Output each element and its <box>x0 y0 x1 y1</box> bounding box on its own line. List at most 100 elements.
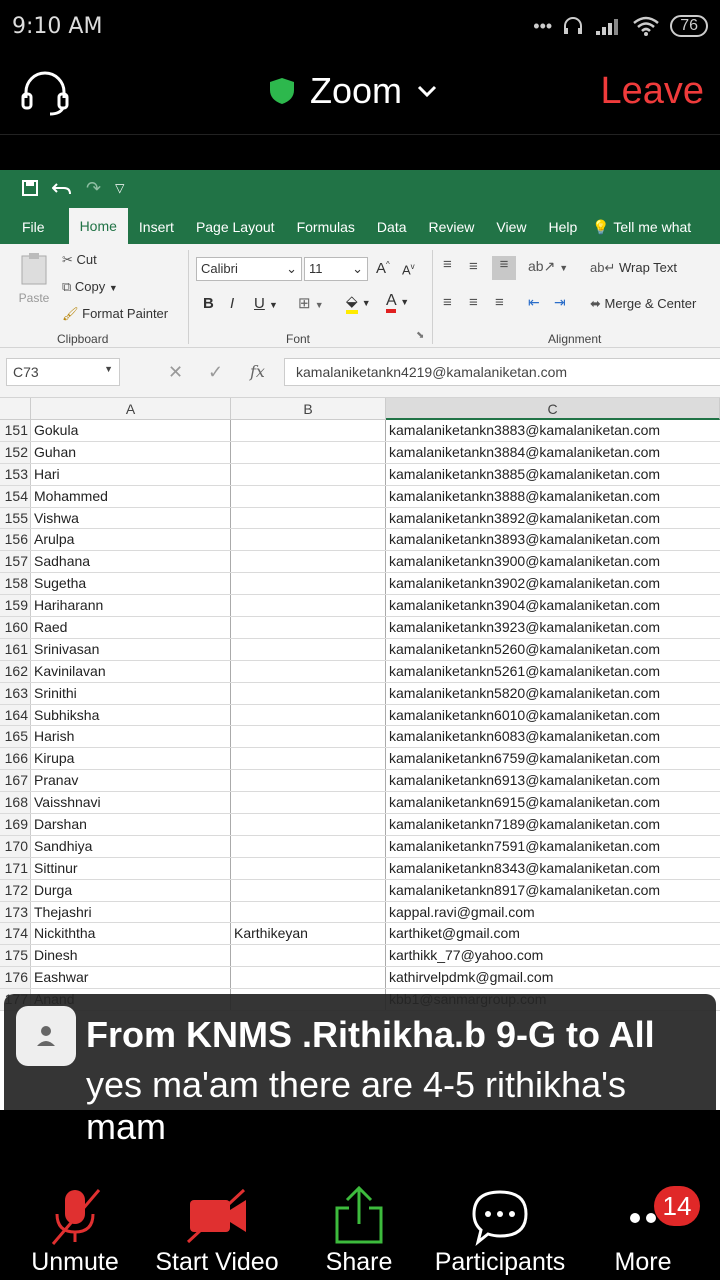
cell-a[interactable]: Raed <box>31 617 231 638</box>
cell-b[interactable] <box>231 660 386 682</box>
insert-function-icon[interactable]: fx <box>250 362 265 381</box>
cell-a[interactable]: Durga <box>31 879 231 901</box>
cell-b[interactable] <box>231 573 386 595</box>
cell-a[interactable]: Arulpa <box>31 529 231 551</box>
column-header-a[interactable]: A <box>31 398 231 420</box>
cell-b[interactable] <box>231 726 386 748</box>
cell-b[interactable] <box>231 463 386 485</box>
cell-b[interactable] <box>231 835 386 857</box>
cell-a[interactable]: Harish <box>31 726 231 748</box>
share-button[interactable]: Share <box>312 1178 406 1276</box>
cell-c[interactable]: kamalaniketankn3892@kamalaniketan.com <box>386 508 720 529</box>
customize-qat-icon[interactable]: ▽ <box>115 181 124 195</box>
orientation-icon[interactable]: ab↗ ▼ <box>528 258 568 275</box>
cell-a[interactable]: Hari <box>31 463 231 485</box>
cell-c[interactable]: kamalaniketankn3904@kamalaniketan.com <box>386 595 720 616</box>
cell-a[interactable]: Srinithi <box>31 682 231 704</box>
tab-insert[interactable]: Insert <box>128 210 185 244</box>
cell-a[interactable]: Srinivasan <box>31 638 231 660</box>
row-number[interactable]: 152 <box>0 441 31 463</box>
cell-a[interactable]: Subhiksha <box>31 704 231 726</box>
row-number[interactable]: 151 <box>0 420 31 441</box>
cell-b[interactable] <box>231 967 386 989</box>
row-number[interactable]: 157 <box>0 551 31 573</box>
cell-c[interactable]: kamalaniketankn6083@kamalaniketan.com <box>386 726 720 747</box>
column-header-c[interactable]: C <box>386 398 720 420</box>
row-number[interactable]: 163 <box>0 682 31 704</box>
cell-a[interactable]: Kirupa <box>31 748 231 770</box>
cell-c[interactable]: kamalaniketankn3902@kamalaniketan.com <box>386 573 720 594</box>
name-box[interactable]: C73 ▼ <box>6 358 120 386</box>
cell-a[interactable]: Pranav <box>31 770 231 792</box>
cell-c[interactable]: kamalaniketankn3900@kamalaniketan.com <box>386 551 720 572</box>
cell-c[interactable]: kamalaniketankn3888@kamalaniketan.com <box>386 486 720 507</box>
cell-c[interactable]: kamalaniketankn8917@kamalaniketan.com <box>386 880 720 901</box>
tab-help[interactable]: Help <box>538 210 589 244</box>
cell-a[interactable]: Gokula <box>31 420 231 441</box>
cell-b[interactable] <box>231 441 386 463</box>
leave-button[interactable]: Leave <box>600 70 704 113</box>
align-left-icon[interactable]: ≡ <box>443 294 452 311</box>
align-center-icon[interactable]: ≡ <box>469 294 478 311</box>
row-number[interactable]: 172 <box>0 879 31 901</box>
cell-a[interactable]: Sandhiya <box>31 835 231 857</box>
cell-c[interactable]: kamalaniketankn8343@kamalaniketan.com <box>386 858 720 879</box>
font-size-select[interactable]: 11 ⌄ <box>304 257 368 281</box>
formula-input[interactable]: kamalaniketankn4219@kamalaniketan.com <box>284 358 720 386</box>
cut-button[interactable]: ✂ Cut <box>62 252 97 268</box>
row-number[interactable]: 161 <box>0 638 31 660</box>
row-number[interactable]: 153 <box>0 463 31 485</box>
row-number[interactable]: 162 <box>0 660 31 682</box>
bold-button[interactable]: B <box>203 295 214 312</box>
row-number[interactable]: 156 <box>0 529 31 551</box>
cell-b[interactable] <box>231 638 386 660</box>
tab-view[interactable]: View <box>485 210 537 244</box>
tab-review[interactable]: Review <box>418 210 486 244</box>
decrease-font-icon[interactable]: Av <box>402 262 415 277</box>
wrap-text-button[interactable]: ab↵ Wrap Text <box>590 260 677 276</box>
tab-data[interactable]: Data <box>366 210 418 244</box>
cell-b[interactable]: Karthikeyan <box>231 923 386 945</box>
cell-a[interactable]: Thejashri <box>31 901 231 923</box>
cell-c[interactable]: kamalaniketankn5260@kamalaniketan.com <box>386 639 720 660</box>
cell-a[interactable]: Hariharann <box>31 595 231 617</box>
cell-c[interactable]: kamalaniketankn3883@kamalaniketan.com <box>386 420 720 441</box>
cell-c[interactable]: kamalaniketankn3884@kamalaniketan.com <box>386 442 720 463</box>
cell-a[interactable]: Nickiththa <box>31 923 231 945</box>
row-number[interactable]: 165 <box>0 726 31 748</box>
column-header-b[interactable]: B <box>231 398 386 420</box>
cell-a[interactable]: Dinesh <box>31 945 231 967</box>
row-number[interactable]: 173 <box>0 901 31 923</box>
cell-c[interactable]: kamalaniketankn3893@kamalaniketan.com <box>386 529 720 550</box>
tab-page-layout[interactable]: Page Layout <box>185 210 286 244</box>
row-number[interactable]: 168 <box>0 792 31 814</box>
redo-icon[interactable]: ↷ <box>86 178 101 199</box>
row-number[interactable]: 154 <box>0 485 31 507</box>
save-icon[interactable] <box>22 180 38 196</box>
row-number[interactable]: 171 <box>0 857 31 879</box>
align-right-icon[interactable]: ≡ <box>495 294 504 311</box>
cell-c[interactable]: karthiket@gmail.com <box>386 923 720 944</box>
cell-a[interactable]: Mohammed <box>31 485 231 507</box>
cell-b[interactable] <box>231 420 386 441</box>
cell-b[interactable] <box>231 617 386 638</box>
font-name-select[interactable]: Calibri ⌄ <box>196 257 302 281</box>
merge-center-button[interactable]: ⬌ Merge & Center <box>590 296 696 312</box>
undo-icon[interactable] <box>52 180 72 196</box>
row-number[interactable]: 160 <box>0 617 31 638</box>
cell-c[interactable]: kamalaniketankn7189@kamalaniketan.com <box>386 814 720 835</box>
row-number[interactable]: 158 <box>0 573 31 595</box>
cell-b[interactable] <box>231 814 386 835</box>
align-top-icon[interactable]: ≡ <box>443 256 452 273</box>
start-video-button[interactable]: Start Video <box>150 1178 284 1276</box>
row-number[interactable]: 169 <box>0 814 31 835</box>
row-number[interactable]: 166 <box>0 748 31 770</box>
font-color-icon[interactable]: A ▼ <box>386 292 409 313</box>
row-number[interactable]: 159 <box>0 595 31 617</box>
align-middle-icon[interactable]: ≡ <box>469 258 478 275</box>
cell-b[interactable] <box>231 507 386 529</box>
cell-a[interactable]: Eashwar <box>31 967 231 989</box>
cell-c[interactable]: kamalaniketankn3923@kamalaniketan.com <box>386 617 720 638</box>
cell-a[interactable]: Vishwa <box>31 507 231 529</box>
row-number[interactable]: 167 <box>0 770 31 792</box>
